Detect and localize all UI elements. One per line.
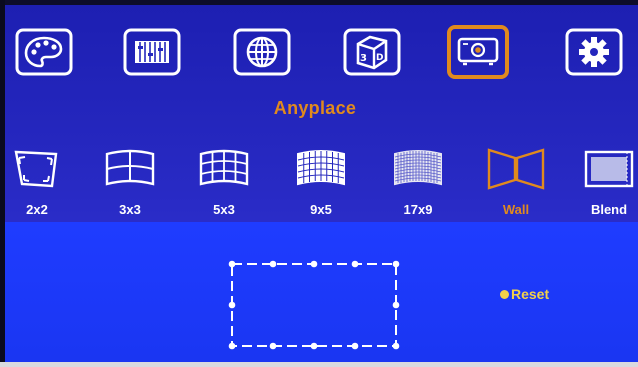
menu-item-language[interactable] [230, 24, 294, 80]
mode-label: 9x5 [310, 202, 332, 217]
section-title: Anyplace [273, 98, 357, 118]
grid-17x9-icon [394, 150, 442, 186]
mode-5x3[interactable]: 5x3 [189, 144, 259, 217]
blend-icon [584, 150, 634, 188]
wall-icon [487, 148, 545, 190]
menu-item-adjust[interactable] [120, 24, 184, 80]
bullet-icon [500, 289, 509, 299]
menu-item-3d[interactable]: 3 D [340, 24, 404, 80]
projector-icon [447, 25, 509, 79]
mode-label: 5x3 [213, 202, 235, 217]
mode-9x5[interactable]: 9x5 [286, 144, 356, 217]
adjust-sliders-icon [123, 28, 181, 76]
grid-9x5-icon [297, 150, 345, 186]
mode-label: 3x3 [119, 202, 141, 217]
wall-preview [228, 260, 400, 350]
corner-warp-icon [14, 150, 58, 188]
mode-label: 2x2 [26, 202, 48, 217]
menu-item-settings[interactable] [562, 24, 626, 80]
grid-3x3-icon [105, 149, 155, 186]
svg-text:D: D [376, 53, 383, 63]
control-points [228, 260, 400, 350]
mode-wall[interactable]: Wall [481, 144, 551, 217]
grid-5x3-icon [199, 149, 249, 186]
palette-icon [15, 28, 73, 76]
mode-label: Wall [502, 202, 530, 217]
mode-label: 17x9 [403, 202, 433, 217]
wall-control-grid [228, 260, 400, 350]
reset-label: Reset [511, 286, 550, 302]
menu-item-picture[interactable] [12, 24, 76, 80]
svg-text:3: 3 [360, 53, 367, 64]
screen-bottom-edge [0, 362, 638, 367]
mode-label: Blend [590, 202, 628, 217]
mode-blend[interactable]: Blend [574, 144, 638, 217]
mode-3x3[interactable]: 3x3 [95, 144, 165, 217]
gear-icon [565, 28, 623, 76]
mode-2x2[interactable]: 2x2 [2, 144, 72, 217]
mode-17x9[interactable]: 17x9 [383, 144, 453, 217]
projector-osd: 3 D Anyplace 2x2 3x3 5x3 9x5 17x9 Wall B… [0, 0, 638, 367]
3d-cube-icon: 3 D [343, 28, 401, 76]
globe-icon [233, 28, 291, 76]
reset-button[interactable]: Reset [500, 286, 549, 302]
menu-item-projector[interactable] [446, 24, 510, 80]
